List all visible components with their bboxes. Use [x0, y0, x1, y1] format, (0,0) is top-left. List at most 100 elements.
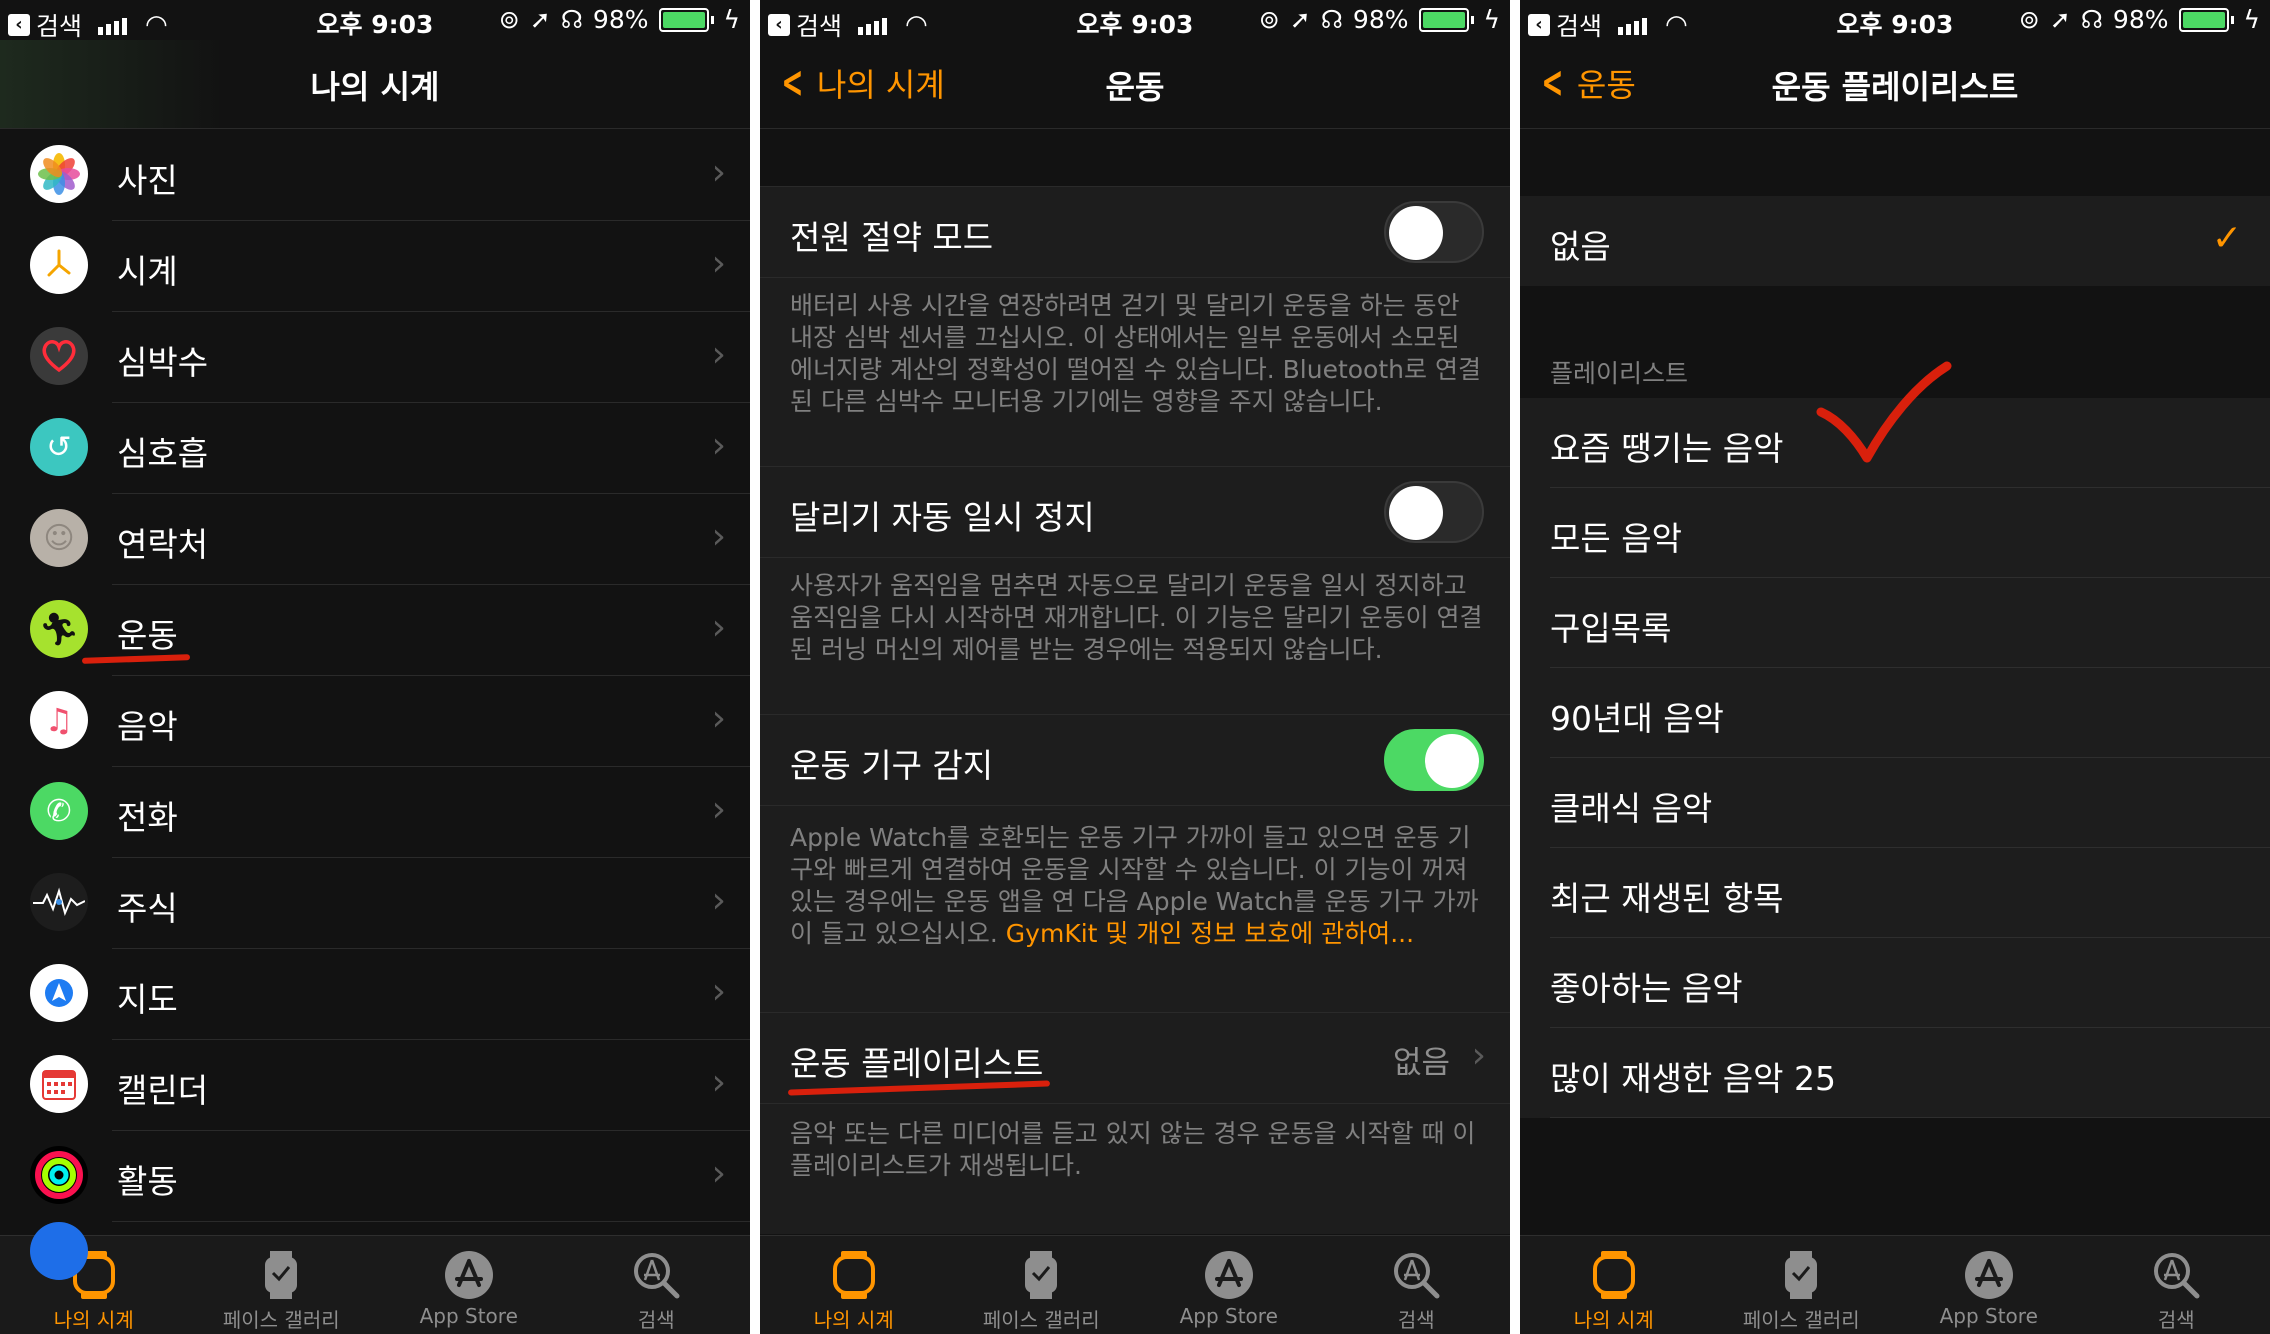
app-list-label: 활동: [117, 1162, 178, 1201]
watch-icon: [1591, 1246, 1637, 1304]
status-bar: ‹ 검색 ◠ 오후 9:03 ⊚ ➚ ☊ 98% ϟ: [0, 0, 750, 41]
workout-settings-screen: ‹ 검색 ◠ 오후 9:03 ⊚ ➚ ☊ 98% ϟ < 나의 시계 운동 전원 …: [760, 0, 1510, 1334]
playlist-label: 최근 재생된 항목: [1550, 879, 1784, 918]
nav-bar: 나의 시계: [0, 40, 750, 129]
status-bar: ‹ 검색 ◠ 오후 9:03 ⊚ ➚ ☊ 98% ϟ: [1520, 0, 2270, 41]
status-bar: ‹ 검색 ◠ 오후 9:03 ⊚ ➚ ☊ 98% ϟ: [760, 0, 1510, 41]
tab-my-watch[interactable]: 나의 시계: [1520, 1236, 1708, 1334]
chevron-right-icon: ›: [711, 607, 726, 648]
playlist-option-none[interactable]: 없음 ✓: [1520, 196, 2270, 286]
battery-icon: [1418, 7, 1469, 32]
tab-face-gallery[interactable]: 페이스 갤러리: [1708, 1236, 1896, 1334]
battery-tip-icon: [710, 15, 714, 24]
app-list-item[interactable]: ✆ 전화 ›: [30, 767, 750, 858]
page-title: 나의 시계: [310, 68, 440, 106]
playlist-item[interactable]: 클래식 음악: [1520, 758, 2270, 848]
chevron-right-icon: ›: [711, 334, 726, 375]
chevron-right-icon: ›: [711, 698, 726, 739]
tab-search[interactable]: 검색: [563, 1236, 751, 1334]
battery-percent: 98%: [1352, 5, 1409, 34]
playlist-item[interactable]: 90년대 음악: [1520, 668, 2270, 758]
chevron-right-icon: ›: [711, 152, 726, 193]
app-list-label: 캘린더: [117, 1071, 209, 1110]
tab-face-gallery[interactable]: 페이스 갤러리: [188, 1236, 376, 1334]
tab-app-store[interactable]: App Store: [375, 1236, 563, 1334]
app-list-item[interactable]: 지도 ›: [30, 949, 750, 1040]
headphones-icon: ☊: [1320, 5, 1343, 34]
tab-label: App Store: [419, 1304, 518, 1328]
row-separator: [1550, 1117, 2270, 1118]
equipment-detect-row: 운동 기구 감지: [760, 714, 1510, 806]
calendar-icon: [30, 1055, 88, 1113]
tab-my-watch[interactable]: 나의 시계: [760, 1236, 948, 1334]
lock-rotation-icon: ⊚: [498, 5, 520, 34]
face-gallery-icon: [261, 1246, 301, 1304]
workout-playlist-value: 없음: [1392, 1045, 1450, 1081]
playlist-item[interactable]: 많이 재생한 음악 25: [1520, 1028, 2270, 1118]
battery-tip-icon: [1470, 15, 1474, 24]
location-icon: ➚: [529, 5, 551, 34]
app-list-item[interactable]: 사진 ›: [30, 130, 750, 221]
app-store-icon: [443, 1246, 495, 1304]
tab-bar: 나의 시계 페이스 갤러리 App Store 검색: [760, 1235, 1510, 1334]
auto-pause-label: 달리기 자동 일시 정지: [790, 498, 1095, 537]
auto-pause-row: 달리기 자동 일시 정지: [760, 466, 1510, 558]
tab-my-watch[interactable]: 나의 시계: [0, 1236, 188, 1334]
power-saving-toggle[interactable]: [1384, 201, 1484, 263]
charging-icon: ϟ: [2243, 5, 2261, 34]
app-list-label: 운동: [117, 616, 178, 655]
face-gallery-icon: [1781, 1246, 1821, 1304]
tab-search[interactable]: 검색: [2083, 1236, 2270, 1334]
chevron-right-icon: ›: [711, 880, 726, 921]
toggle-knob: [1389, 486, 1443, 540]
tab-label: 나의 시계: [53, 1308, 134, 1332]
playlist-item[interactable]: 좋아하는 음악: [1520, 938, 2270, 1028]
app-list-label: 지도: [117, 980, 178, 1019]
search-icon: [2151, 1246, 2201, 1304]
tab-app-store[interactable]: App Store: [1135, 1236, 1323, 1334]
playlist-item[interactable]: 최근 재생된 항목: [1520, 848, 2270, 938]
lock-rotation-icon: ⊚: [2018, 5, 2040, 34]
app-list-item[interactable]: 활동 ›: [30, 1131, 750, 1222]
annotation-check-mark: [1816, 361, 1952, 463]
equipment-detect-toggle[interactable]: [1384, 729, 1484, 791]
page-title: 운동 플레이리스트: [1771, 68, 2019, 106]
search-icon: [1391, 1246, 1441, 1304]
workout-playlist-label: 운동 플레이리스트: [790, 1044, 1044, 1083]
location-icon: ➚: [1289, 5, 1311, 34]
phone-icon: ✆: [30, 782, 88, 840]
playlist-label: 많이 재생한 음악 25: [1550, 1059, 1836, 1098]
gymkit-privacy-link[interactable]: GymKit 및 개인 정보 보호에 관하여...: [1006, 919, 1414, 948]
app-list-item[interactable]: ♫ 음악 ›: [30, 676, 750, 767]
auto-pause-toggle[interactable]: [1384, 481, 1484, 543]
playlist-label: 클래식 음악: [1550, 789, 1713, 828]
chevron-right-icon: ›: [711, 971, 726, 1012]
section-header: 플레이리스트: [1550, 359, 1689, 388]
app-list: 사진 › 시계 › 심박수 › ↺ 심호흡 › ☺ 연락처 › 🏃︎ 운동 › ♫ 음악 › ✆ 전화 › 주식 › 지도 › 캘…: [0, 130, 750, 1222]
app-list-item[interactable]: 심박수 ›: [30, 312, 750, 403]
tab-face-gallery[interactable]: 페이스 갤러리: [948, 1236, 1136, 1334]
playlist-description: 음악 또는 다른 미디어를 듣고 있지 않는 경우 운동을 시작할 때 이 플레…: [790, 1119, 1476, 1180]
app-list-item[interactable]: 🏃︎ 운동 ›: [30, 585, 750, 676]
tab-search[interactable]: 검색: [1323, 1236, 1511, 1334]
tab-app-store[interactable]: App Store: [1895, 1236, 2083, 1334]
power-saving-label: 전원 절약 모드: [790, 218, 994, 257]
lock-rotation-icon: ⊚: [1258, 5, 1280, 34]
app-list-item[interactable]: 캘린더 ›: [30, 1040, 750, 1131]
headphones-icon: ☊: [2080, 5, 2103, 34]
playlist-item[interactable]: 모든 음악: [1520, 488, 2270, 578]
playlist-label: 좋아하는 음악: [1550, 969, 1743, 1008]
app-list-item[interactable]: 주식 ›: [30, 858, 750, 949]
tab-label: 페이스 갤러리: [982, 1308, 1100, 1332]
app-list-item[interactable]: ☺ 연락처 ›: [30, 494, 750, 585]
contacts-icon: ☺: [30, 509, 88, 567]
playlist-item[interactable]: 구입목록: [1520, 578, 2270, 668]
chevron-right-icon: ›: [711, 789, 726, 830]
app-list-item[interactable]: ↺ 심호흡 ›: [30, 403, 750, 494]
playlist-label: 90년대 음악: [1550, 699, 1724, 738]
chevron-right-icon: ›: [1471, 1035, 1486, 1076]
app-list-label: 사진: [117, 161, 178, 200]
app-list-item[interactable]: 시계 ›: [30, 221, 750, 312]
watch-icon: [831, 1246, 877, 1304]
tab-label: 검색: [637, 1308, 675, 1332]
